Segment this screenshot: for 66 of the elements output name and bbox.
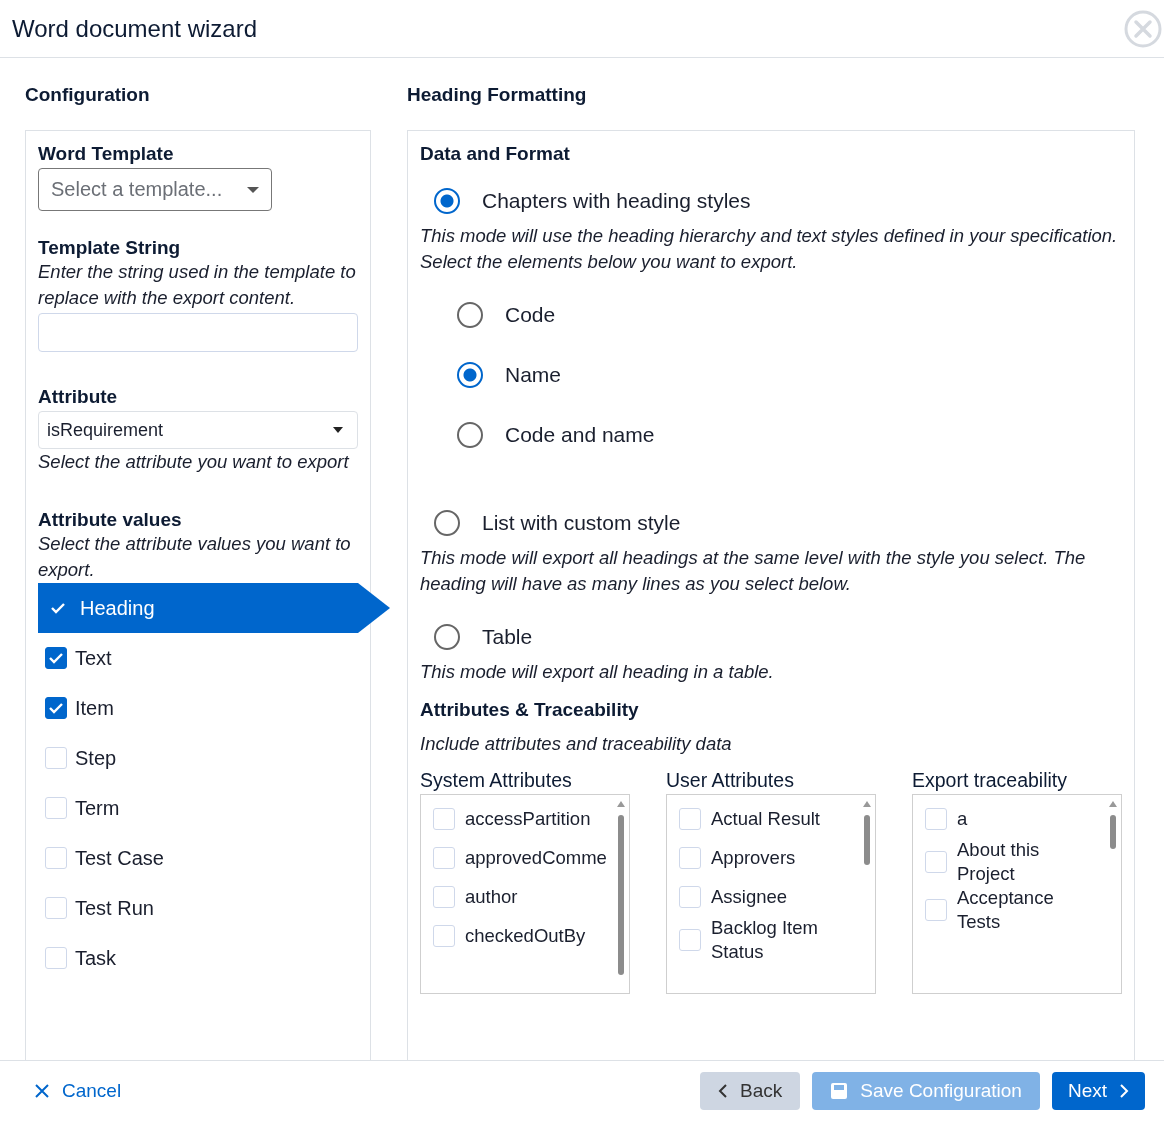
checkbox-label: About this Project (957, 838, 1041, 886)
close-icon (34, 1083, 50, 1099)
cancel-button[interactable]: Cancel (34, 1080, 122, 1102)
section-title: Heading Formatting (407, 84, 588, 106)
mode-description: This mode will use the heading hierarchy and text styles defined in your specification. Select the elements below you want to export. (420, 224, 1119, 274)
checkbox-label: Test Case (75, 846, 164, 870)
list-title: User Attributes (666, 769, 795, 792)
list-title: System Attributes (420, 769, 573, 792)
field-label: Template String (38, 237, 182, 259)
template-dropdown[interactable]: Select a template... (38, 168, 272, 211)
list-title: Export traceability (912, 769, 1068, 792)
mode-description: This mode will export all heading in a table. (420, 660, 775, 684)
radio-label: Code and name (505, 423, 655, 447)
checkbox-label: Actual Result (711, 806, 820, 831)
check-icon (48, 702, 64, 714)
subsection-title: Data and Format (420, 143, 571, 165)
caret-icon (247, 185, 259, 194)
chevron-right-icon (1119, 1083, 1129, 1099)
checkbox[interactable] (45, 697, 67, 719)
checkbox-label: author (465, 884, 518, 909)
checkbox-label: Acceptance Tests (957, 886, 1055, 934)
mode-description: This mode will export all headings at the same level with the style you select. The heading will have as many lines as you select below. (420, 546, 1087, 596)
radio-button[interactable] (434, 624, 460, 650)
checkbox-label: accessPartition (465, 806, 591, 831)
checkbox-label: Task (75, 946, 117, 970)
checkbox-label: checkedOutBy (465, 923, 586, 948)
checkbox-label: Item (75, 696, 114, 720)
checkbox-label: approvedComme (465, 845, 607, 870)
check-icon (48, 652, 64, 664)
close-icon[interactable] (1124, 9, 1162, 48)
subsection-title: Attributes & Traceability (420, 699, 640, 721)
radio-label: Code (505, 303, 556, 327)
checkbox-label: a (957, 806, 968, 831)
checkbox-label: Assignee (711, 884, 788, 909)
help-text: Select the attribute values you want to export. (38, 532, 352, 582)
caret-icon (333, 427, 343, 433)
checkbox-label: Approvers (711, 845, 796, 870)
back-button[interactable]: Back (700, 1072, 801, 1110)
checkbox-label: Text (75, 646, 112, 670)
radio-label: Table (482, 625, 533, 649)
radio-button[interactable] (434, 188, 460, 214)
chevron-left-icon (718, 1083, 729, 1099)
field-label: Word Template (38, 143, 175, 165)
checkbox[interactable] (45, 647, 67, 669)
help-text: Include attributes and traceability data (420, 732, 733, 756)
window-title: Word document wizard (12, 14, 258, 43)
checkbox-label: Step (75, 746, 117, 770)
radio-label: Chapters with heading styles (482, 189, 751, 213)
selected-value-item[interactable]: Heading (38, 583, 390, 633)
field-label: Attribute values (38, 509, 183, 531)
section-title: Configuration (25, 84, 151, 106)
help-text: Enter the string used in the template to replace with the export content. (38, 260, 357, 310)
checkbox-label: Backlog Item Status (711, 916, 819, 964)
radio-button[interactable] (457, 422, 483, 448)
attribute-dropdown[interactable]: isRequirement (38, 411, 358, 449)
radio-button[interactable] (457, 362, 483, 388)
template-string-field[interactable] (38, 313, 358, 352)
help-text: Select the attribute you want to export (38, 450, 351, 474)
radio-label: Name (505, 363, 562, 387)
next-button[interactable]: Next (1051, 1072, 1145, 1110)
radio-button[interactable] (457, 302, 483, 328)
radio-label: List with custom style (482, 511, 681, 535)
field-label: Attribute (38, 386, 119, 408)
checkbox-label: Term (75, 796, 120, 820)
radio-button[interactable] (434, 510, 460, 536)
checkbox-label: Test Run (75, 896, 154, 920)
